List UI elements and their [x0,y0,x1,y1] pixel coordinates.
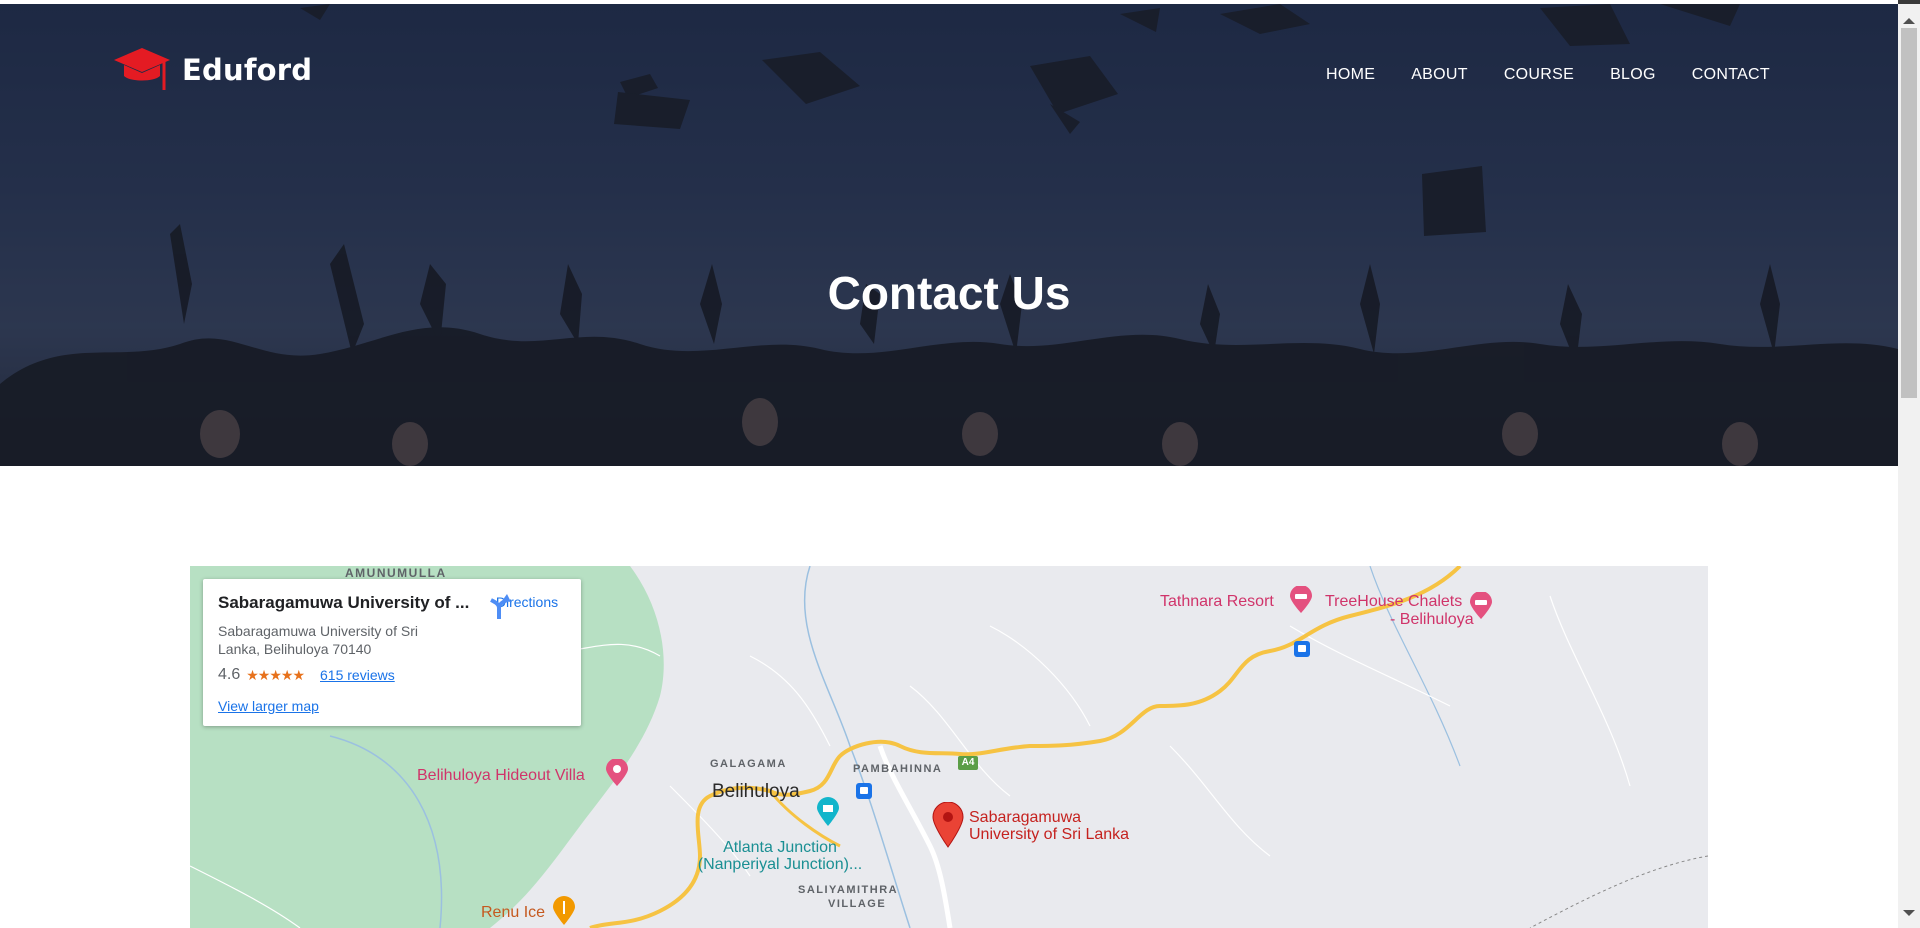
directions-icon [490,594,511,619]
nav-about[interactable]: ABOUT [1411,66,1468,84]
place-title[interactable]: Sabaragamuwa University of ... [218,593,478,613]
brand-logo[interactable]: Eduford [112,46,312,94]
map-label-renu-ice[interactable]: Renu Ice [481,904,545,922]
view-larger-map-link[interactable]: View larger map [218,698,566,714]
map-label-hideout-villa[interactable]: Belihuloya Hideout Villa [417,767,585,785]
map-label-atlanta-junction[interactable]: Atlanta Junction [680,839,880,857]
map-label-saliyamithra: SALIYAMITHRA [798,884,899,896]
scroll-down-arrow-icon[interactable] [1903,910,1915,916]
nav-contact[interactable]: CONTACT [1692,66,1770,84]
map-label-village: VILLAGE [828,898,887,910]
map-label-nanperiyal-junction: (Nanperiyal Junction)... [697,856,863,873]
nav-blog[interactable]: BLOG [1610,66,1656,84]
rating-value: 4.6 [218,666,241,683]
map-label-amunumulla: AMUNUMULLA [345,566,447,580]
bus-stop-icon[interactable] [856,783,872,799]
page: Eduford HOME ABOUT COURSE BLOG CONTACT C… [0,0,1898,928]
hotel-pin-icon[interactable] [1468,592,1494,620]
lodging-pin-icon[interactable] [604,759,630,787]
graduation-cap-icon [114,48,170,90]
map-label-treehouse-belihuloya: - Belihuloya [1390,611,1474,628]
google-map[interactable]: AMUNUMULLA Tathnara Resort TreeHouse Cha… [190,566,1708,928]
reviews-link[interactable]: 615 reviews [320,667,395,683]
hero-banner: Eduford HOME ABOUT COURSE BLOG CONTACT C… [0,4,1898,466]
star-rating-icon: ★★★★★ [246,666,305,683]
map-label-tathnara-resort[interactable]: Tathnara Resort [1160,593,1274,611]
scrollbar-thumb[interactable] [1901,28,1917,398]
location-pin-icon[interactable] [932,802,964,848]
map-label-belihuloya[interactable]: Belihuloya [712,781,800,803]
map-label-university[interactable]: Sabaragamuwa [969,809,1081,826]
map-label-treehouse-chalets[interactable]: TreeHouse Chalets [1325,593,1462,611]
nav-home[interactable]: HOME [1326,66,1375,84]
scroll-up-arrow-icon[interactable] [1903,18,1915,24]
place-address: Sabaragamuwa University of Sri Lanka, Be… [218,623,418,657]
map-label-university-sri-lanka: University of Sri Lanka [969,826,1130,843]
nav-course[interactable]: COURSE [1504,66,1574,84]
page-title: Contact Us [827,267,1071,319]
landmark-pin-icon[interactable] [815,797,841,827]
brand-name: Eduford [182,53,313,87]
map-label-pambahinna: PAMBAHINNA [853,763,943,775]
road-shield-a4: A4 [958,756,978,770]
directions-button[interactable]: Directions [487,594,567,619]
hotel-pin-icon[interactable] [1288,586,1314,614]
main-nav: HOME ABOUT COURSE BLOG CONTACT [1326,66,1770,84]
place-rating-row: 4.6 ★★★★★ 615 reviews [218,666,566,684]
bus-stop-icon[interactable] [1294,641,1310,657]
place-info-card: Sabaragamuwa University of ... Sabaragam… [203,579,581,726]
restaurant-pin-icon[interactable] [551,896,577,926]
map-label-galagama: GALAGAMA [710,758,787,770]
page-scrollbar[interactable] [1898,4,1920,928]
